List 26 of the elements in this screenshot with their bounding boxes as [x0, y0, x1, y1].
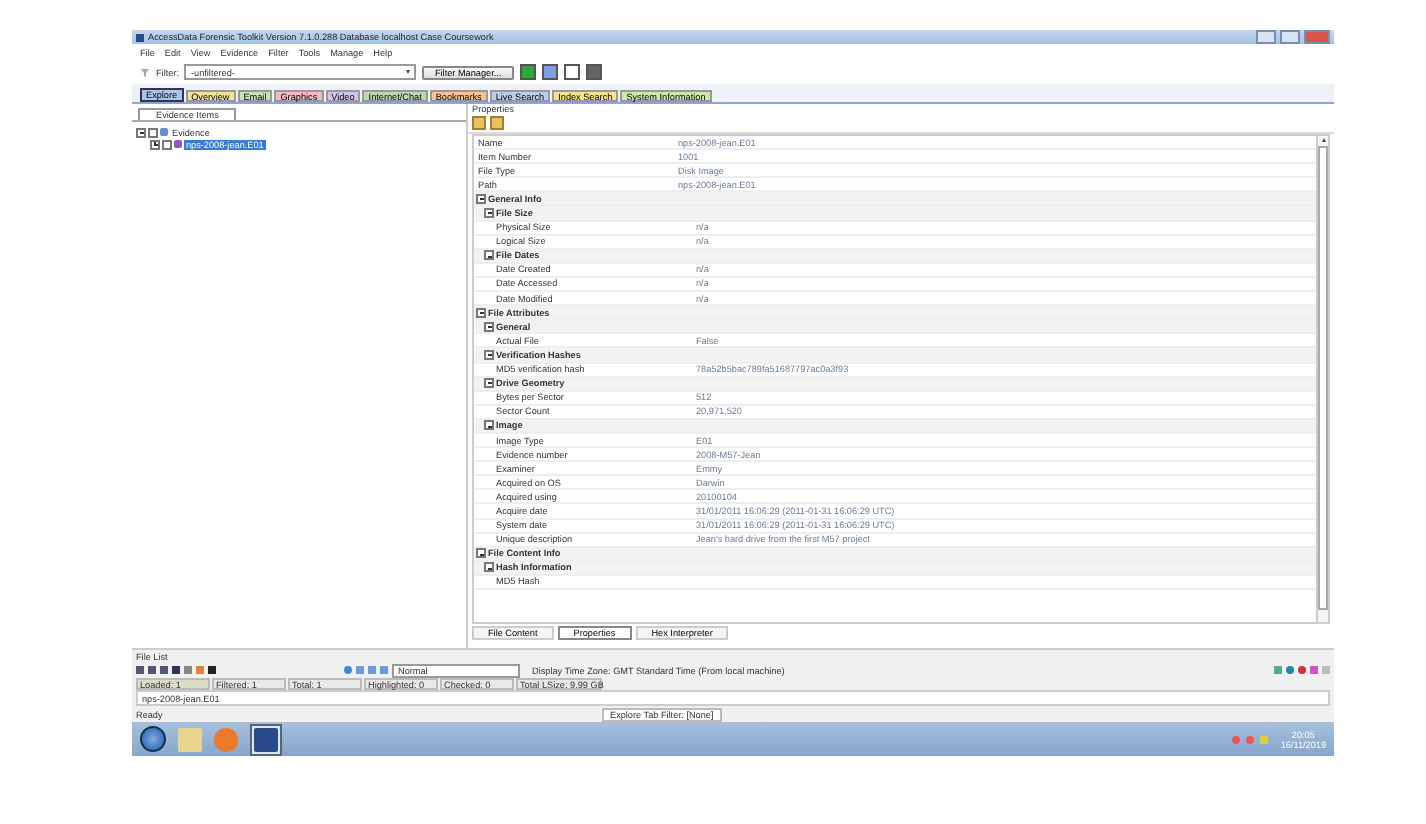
app-icon: [136, 33, 144, 41]
scrollbar[interactable]: [1316, 136, 1328, 622]
collapse-icon[interactable]: [484, 208, 494, 219]
filter-icon: [140, 67, 150, 77]
collapse-icon[interactable]: [484, 250, 494, 261]
collapse-icon[interactable]: [484, 321, 494, 332]
checkbox[interactable]: [148, 127, 158, 137]
collapse-icon[interactable]: [476, 307, 486, 318]
maximize-button[interactable]: [1280, 30, 1300, 44]
categorized-icon[interactable]: [472, 116, 486, 130]
collapse-icon[interactable]: [484, 349, 494, 360]
collapse-icon[interactable]: [484, 420, 494, 431]
taskbar-button[interactable]: [250, 723, 282, 755]
start-button[interactable]: [140, 726, 166, 752]
collapse-icon[interactable]: [484, 378, 494, 389]
checkbox[interactable]: [162, 139, 172, 149]
collapse-icon[interactable]: [476, 193, 486, 204]
collapse-icon[interactable]: [136, 127, 146, 137]
collapse-icon[interactable]: [476, 548, 486, 559]
collapse-icon[interactable]: [484, 562, 494, 573]
expand-icon[interactable]: [150, 139, 160, 149]
folder-icon[interactable]: [178, 727, 202, 751]
sort-icon[interactable]: [490, 116, 504, 130]
evidence-icon: [160, 128, 168, 136]
media-player-icon[interactable]: [214, 727, 238, 751]
minimize-button[interactable]: [1256, 30, 1276, 44]
